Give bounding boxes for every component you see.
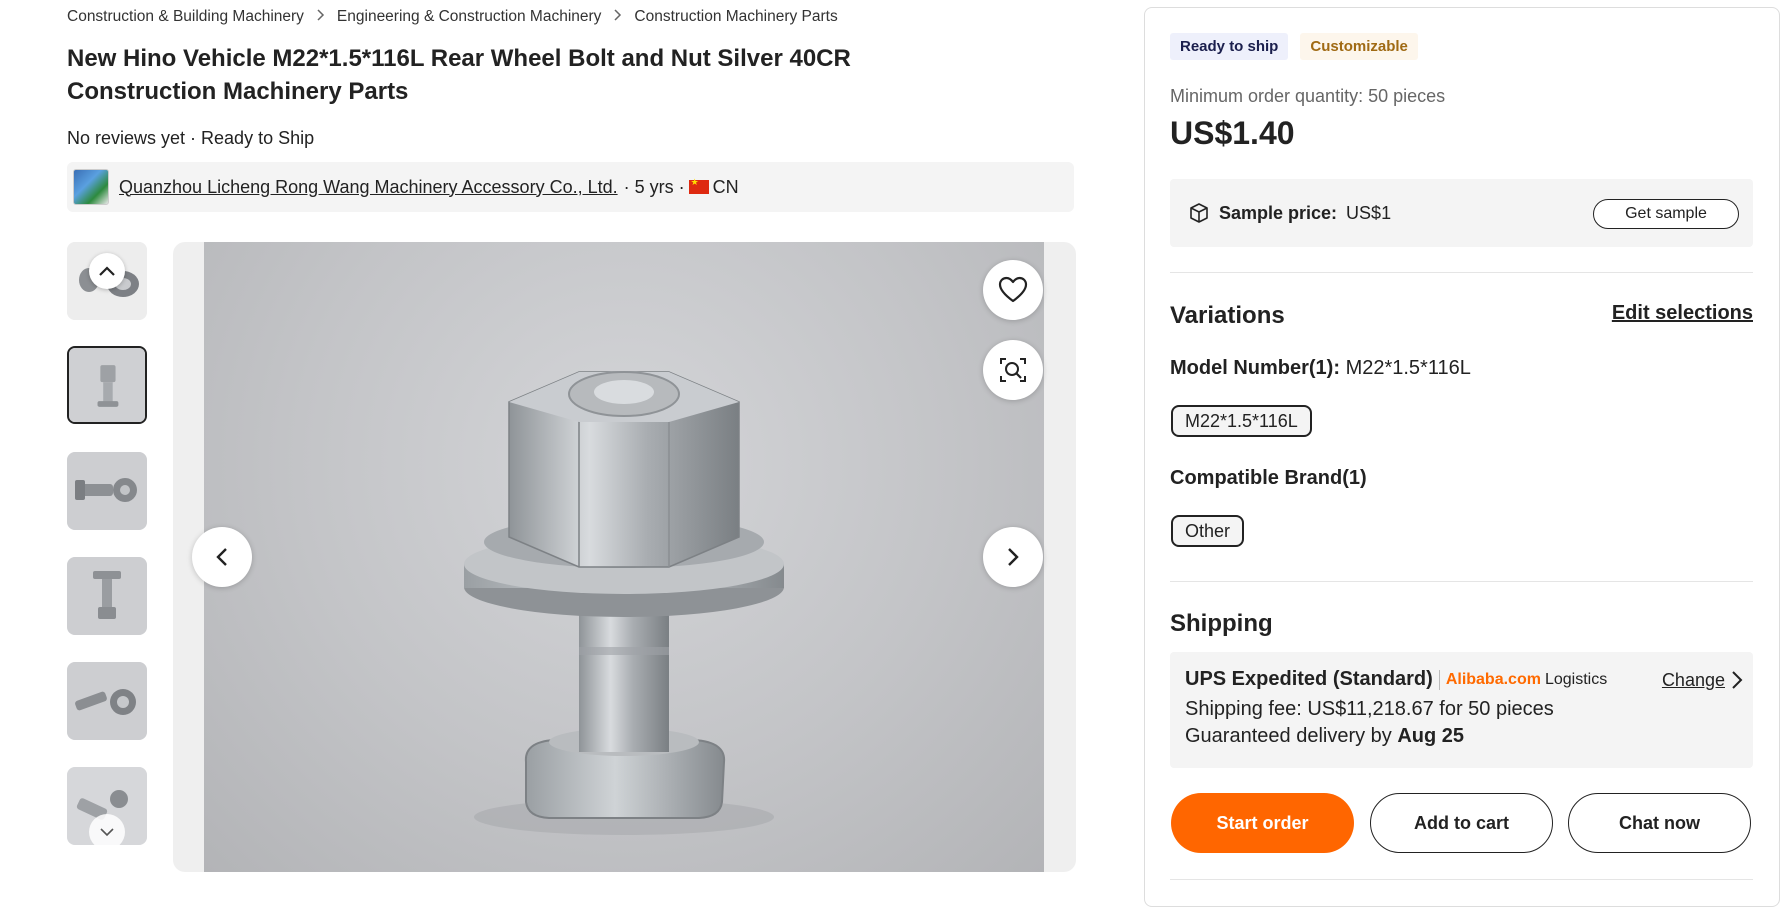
edit-selections-link[interactable]: Edit selections [1612, 302, 1753, 325]
product-title: New Hino Vehicle M22*1.5*116L Rear Wheel… [67, 45, 851, 105]
thumbnail-selected[interactable] [67, 346, 147, 424]
supplier-logo [73, 169, 109, 205]
chevron-down-icon [100, 828, 114, 837]
supplier-country: CN [712, 176, 739, 197]
chevron-right-icon [613, 8, 622, 26]
compatible-brand-label: Compatible Brand(1) [1170, 467, 1367, 489]
chevron-right-icon[interactable] [1731, 670, 1743, 695]
breadcrumb-item[interactable]: Construction Machinery Parts [634, 8, 837, 26]
sample-price-value: US$1 [1346, 202, 1392, 223]
thumbnail-strip [67, 242, 147, 850]
thumbnail[interactable] [67, 452, 147, 530]
breadcrumb-item[interactable]: Engineering & Construction Machinery [337, 8, 602, 26]
heart-icon [998, 276, 1028, 303]
separator [1438, 669, 1440, 690]
brand-option-chip[interactable]: Other [1171, 515, 1245, 547]
sample-price-box: Sample price: US$1 Get sample [1170, 179, 1753, 247]
breadcrumb: Construction & Building Machinery Engine… [67, 8, 838, 26]
favorite-button[interactable] [983, 260, 1043, 320]
thumbnail[interactable] [67, 662, 147, 740]
shipping-box: UPS Expedited (Standard) Alibaba.com Log… [1170, 652, 1753, 768]
chevron-left-icon [216, 548, 227, 566]
logistics-provider: Alibaba.com [1445, 670, 1541, 688]
shipping-method: UPS Expedited (Standard) [1185, 668, 1433, 690]
chevron-right-icon [1008, 548, 1019, 566]
product-image-viewer [173, 242, 1076, 872]
review-status: No reviews yet · Ready to Ship [67, 128, 315, 148]
get-sample-button[interactable]: Get sample [1593, 199, 1739, 229]
ready-to-ship-badge: Ready to ship [1170, 33, 1289, 60]
divider [1170, 879, 1753, 880]
delivery-date: Aug 25 [1397, 725, 1465, 747]
supplier-bar: Quanzhou Licheng Rong Wang Machinery Acc… [67, 162, 1074, 212]
model-number-label: Model Number(1): [1170, 357, 1340, 379]
next-image-button[interactable] [983, 527, 1043, 587]
unit-price: US$1.40 [1170, 115, 1295, 151]
supplier-name-link[interactable]: Quanzhou Licheng Rong Wang Machinery Acc… [119, 177, 618, 198]
model-number-value: M22*1.5*116L [1345, 357, 1471, 379]
delivery-guarantee: Guaranteed delivery by Aug 25 [1185, 725, 1464, 748]
package-icon [1188, 202, 1210, 224]
chevron-right-icon [316, 8, 325, 26]
logistics-provider-suffix: Logistics [1544, 670, 1608, 688]
customizable-badge: Customizable [1300, 33, 1418, 60]
product-photo [204, 242, 1044, 872]
thumbnail[interactable] [67, 557, 147, 635]
delivery-prefix: Guaranteed delivery by [1185, 725, 1392, 747]
divider [1170, 581, 1753, 582]
chevron-up-icon [99, 266, 115, 276]
flag-cn-icon [688, 177, 709, 194]
change-shipping-link[interactable]: Change [1662, 670, 1725, 691]
shipping-heading: Shipping [1170, 610, 1273, 637]
min-order-quantity: Minimum order quantity: 50 pieces [1170, 86, 1446, 106]
supplier-years: · 5 yrs · [623, 176, 685, 197]
image-search-button[interactable] [983, 340, 1043, 400]
shipping-method-row: UPS Expedited (Standard) Alibaba.com Log… [1185, 668, 1607, 691]
start-order-button[interactable]: Start order [1171, 793, 1354, 853]
thumbnail-down-button[interactable] [89, 814, 125, 850]
chat-now-button[interactable]: Chat now [1568, 793, 1751, 853]
bolt-nut-image [464, 371, 784, 835]
thumbnail-up-button[interactable] [89, 253, 125, 289]
variations-heading: Variations [1170, 302, 1285, 329]
model-number-row: Model Number(1): M22*1.5*116L [1170, 357, 1471, 380]
divider [1170, 272, 1753, 273]
model-option-chip[interactable]: M22*1.5*116L [1171, 405, 1312, 437]
compatible-brand-row: Compatible Brand(1) [1170, 467, 1367, 490]
image-search-icon [1000, 358, 1026, 382]
breadcrumb-item[interactable]: Construction & Building Machinery [67, 8, 304, 26]
previous-image-button[interactable] [192, 527, 252, 587]
sample-price-label: Sample price: [1219, 202, 1338, 223]
add-to-cart-button[interactable]: Add to cart [1370, 793, 1553, 853]
shipping-fee: Shipping fee: US$11,218.67 for 50 pieces [1185, 698, 1554, 720]
supplier-meta: · 5 yrs · CN [624, 177, 739, 198]
badge-row: Ready to ship Customizable [1170, 33, 1418, 60]
